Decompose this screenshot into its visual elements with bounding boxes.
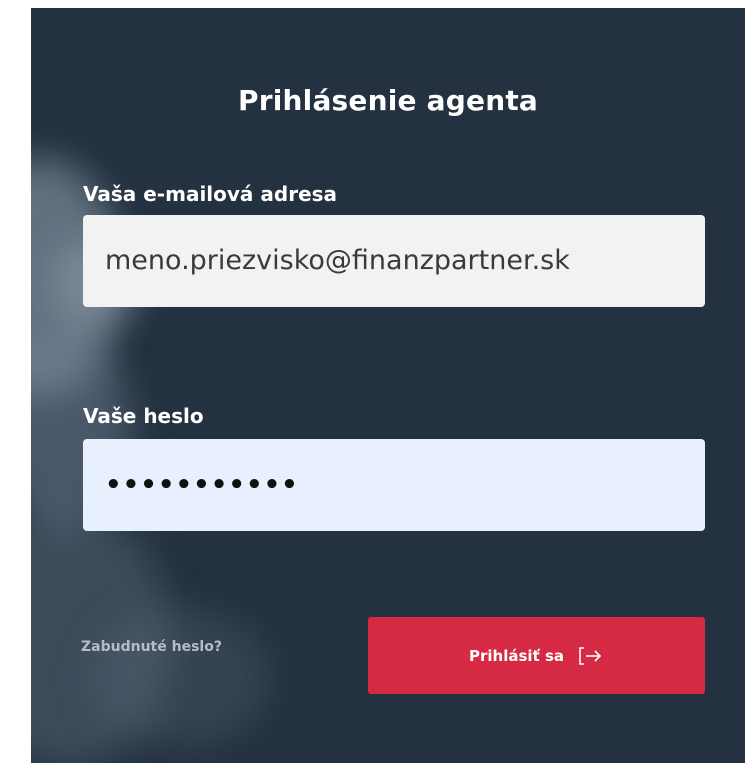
- login-arrow-icon: [578, 646, 604, 666]
- background-cloud: [91, 608, 271, 748]
- page-background: Prihlásenie agenta Vaša e-mailová adresa…: [0, 0, 745, 783]
- email-label: Vaša e-mailová adresa: [83, 182, 338, 206]
- login-button-label: Prihlásiť sa: [469, 646, 564, 665]
- password-field[interactable]: •••••••••••: [83, 439, 705, 531]
- forgot-password-link[interactable]: Zabudnuté heslo?: [81, 639, 222, 655]
- login-panel: Prihlásenie agenta Vaša e-mailová adresa…: [31, 8, 745, 763]
- email-field[interactable]: meno.priezvisko@finanzpartner.sk: [83, 215, 705, 307]
- password-label: Vaše heslo: [83, 404, 204, 428]
- login-button[interactable]: Prihlásiť sa: [368, 617, 705, 694]
- login-title: Prihlásenie agenta: [237, 84, 539, 117]
